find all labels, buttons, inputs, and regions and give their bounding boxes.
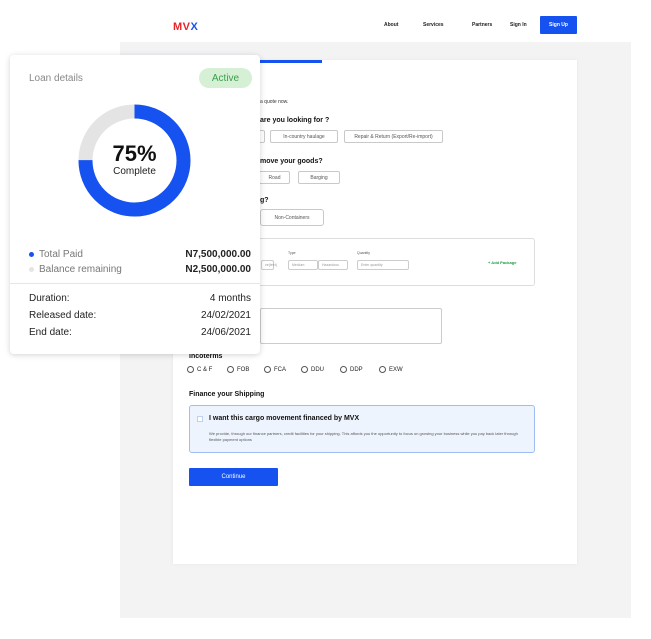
nav-about[interactable]: About: [384, 22, 398, 28]
legend-total-paid: Total Paid N7,500,000.00: [29, 248, 251, 262]
continue-button[interactable]: Continue: [189, 468, 278, 486]
service-option-partial[interactable]: [260, 130, 265, 143]
add-package-button[interactable]: + Add Package: [488, 260, 516, 265]
legend-dot-balance: [29, 267, 34, 272]
incoterm-ddu[interactable]: DDU: [301, 366, 324, 373]
finance-checkbox-label: I want this cargo movement financed by M…: [209, 415, 360, 422]
service-question: are you looking for ?: [260, 117, 330, 124]
mvx-logo[interactable]: MVX: [173, 21, 198, 33]
incoterm-ddp[interactable]: DDP: [340, 366, 363, 373]
finance-option[interactable]: I want this cargo movement financed by M…: [189, 405, 535, 453]
detail-end-date: End date: 24/06/2021: [29, 327, 251, 338]
complete-label: Complete: [113, 166, 156, 177]
form-intro: a quote now.: [260, 99, 289, 105]
total-paid-amount: N7,500,000.00: [185, 249, 251, 260]
service-option-haulage[interactable]: In-country haulage: [270, 130, 338, 143]
size-input[interactable]: ze(feet): [261, 260, 277, 270]
incoterm-exw[interactable]: EXW: [379, 366, 403, 373]
divider: [10, 283, 260, 284]
radio-icon: [264, 366, 271, 373]
quantity-label: Quantity: [357, 251, 371, 255]
type-label: Type: [288, 251, 296, 255]
incoterm-fob[interactable]: FOB: [227, 366, 249, 373]
step-progress: [260, 60, 322, 63]
service-option-repair-return[interactable]: Repair & Return (Export/Re-import): [344, 130, 443, 143]
incoterms-title: Incoterms: [189, 353, 223, 360]
legend-dot-paid: [29, 252, 34, 257]
description-textarea[interactable]: [260, 308, 442, 344]
status-badge: Active: [199, 68, 252, 88]
type-option-medium[interactable]: Medium: [288, 260, 318, 270]
type-option-hazardous[interactable]: Hazardous: [318, 260, 348, 270]
radio-icon: [227, 366, 234, 373]
balance-remaining-amount: N2,500,000.00: [185, 264, 251, 275]
loan-details-card: Loan details Active 75% Complete Total P…: [10, 55, 260, 354]
nav-sign-in[interactable]: Sign In: [510, 22, 527, 28]
nav-partners[interactable]: Partners: [472, 22, 492, 28]
percent-complete: 75%: [112, 141, 157, 166]
radio-icon: [340, 366, 347, 373]
incoterm-fca[interactable]: FCA: [264, 366, 286, 373]
nav-services[interactable]: Services: [423, 22, 444, 28]
sign-up-button[interactable]: Sign Up: [540, 16, 577, 34]
radio-icon: [187, 366, 194, 373]
top-navbar: MVX About Services Partners Sign In Sign…: [120, 12, 631, 42]
radio-icon: [379, 366, 386, 373]
loan-title: Loan details: [29, 73, 83, 84]
cargo-option-non-containers[interactable]: Non-Containers: [260, 209, 324, 226]
finance-title: Finance your Shipping: [189, 391, 265, 398]
incoterm-cf[interactable]: C & F: [187, 366, 212, 373]
cargo-question: g?: [260, 197, 269, 204]
detail-released-date: Released date: 24/02/2021: [29, 310, 251, 321]
finance-description: We provide, through our finance partners…: [209, 431, 518, 442]
detail-duration: Duration: 4 months: [29, 293, 251, 304]
quantity-input[interactable]: Enter quantity: [357, 260, 409, 270]
radio-icon: [301, 366, 308, 373]
move-option-road[interactable]: Road: [260, 171, 290, 184]
finance-checkbox[interactable]: [197, 416, 203, 422]
legend-balance-remaining: Balance remaining N2,500,000.00: [29, 263, 251, 277]
move-option-barging[interactable]: Barging: [298, 171, 340, 184]
move-question: move your goods?: [260, 158, 323, 165]
